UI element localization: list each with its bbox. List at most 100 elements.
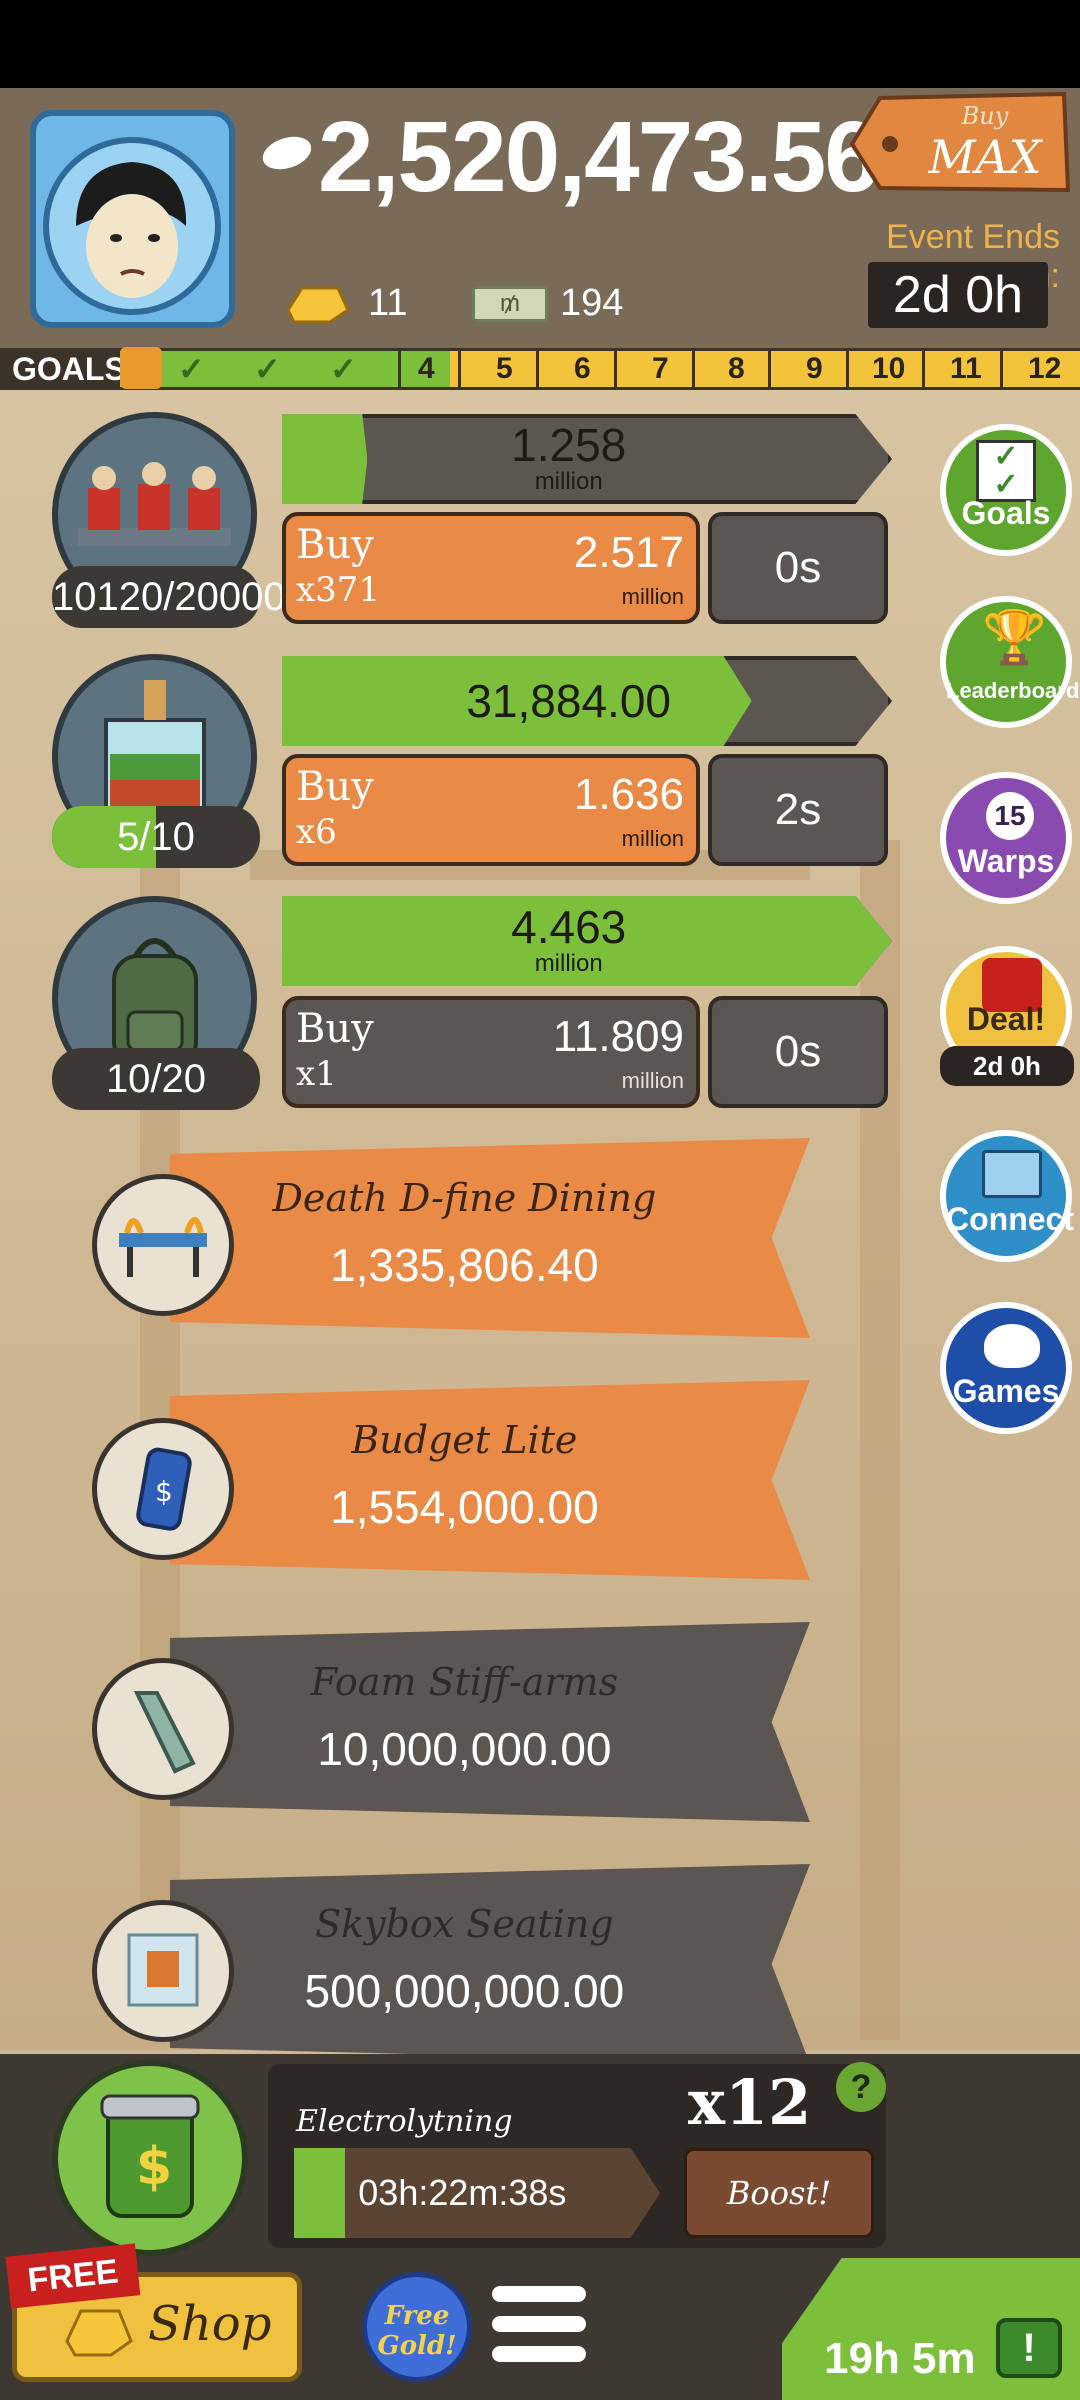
business-2-timer: 2s [708,754,888,866]
boost-button[interactable]: Boost! [684,2148,874,2238]
buy-label: Buy [296,1006,374,1052]
check-icon: ✓ [254,351,281,387]
buy-quantity: x371 [296,570,381,610]
menu-line [492,2286,586,2302]
business-3-revenue: 4.463 [511,901,627,953]
beer-can-icon: $ [92,1418,234,1560]
sidebar-leaderboard-button[interactable]: 🏆 Leaderboard [940,596,1079,728]
tv-icon[interactable]: ! [996,2318,1062,2378]
unlock-price: 1,554,000.00 [330,1481,599,1533]
goal-divider [846,351,849,387]
business-1-timer: 0s [708,512,888,624]
buy-label: Buy [296,522,374,568]
sidebar-games-button[interactable]: Games [940,1302,1072,1434]
gold-count: 11 [368,282,408,324]
business-2-owned-count: 5/10 [52,806,260,868]
buy-quantity: x1 [296,1054,337,1094]
business-3-revenue-unit: million [534,950,603,977]
tv-ad-timer: 19h 5m [824,2334,976,2383]
unlock-name: Budget Lite [351,1418,578,1462]
gold-bar-icon [286,286,350,324]
boost-multiplier: x12 [688,2066,812,2139]
goal-number: 12 [1028,352,1062,385]
goal-divider [768,351,771,387]
gold-bar-icon [65,2309,133,2357]
business-2-owned-label: 5/10 [117,815,195,859]
svg-text:$: $ [136,2137,172,2197]
sidebar-games-label: Games [952,1373,1060,1409]
unlock-skybox-seating[interactable]: Skybox Seating 500,000,000.00 [170,1864,810,2064]
sidebar-connect-button[interactable]: Connect [940,1130,1074,1262]
cash-amount: 2,520,473.56 [318,101,880,213]
business-1-progress[interactable]: 1.258 million [282,414,892,504]
business-3-owned-label: 10/20 [105,1057,207,1101]
unlock-price: 1,335,806.40 [330,1239,599,1291]
business-3-owned-count: 10/20 [52,1048,260,1110]
goal-number: 11 [950,352,982,385]
flaming-table-icon [92,1174,234,1316]
foam-arm-icon [92,1658,234,1800]
event-countdown: 2d 0h [868,262,1048,328]
menu-line [492,2316,586,2332]
buy-max-top-label: Buy [961,102,1009,130]
boost-timer-bar: 03h:22m:38s [294,2148,660,2238]
boost-title: Electrolytning [296,2104,513,2139]
skybox-seat-icon [92,1900,234,2042]
goal-divider [922,351,925,387]
unlock-name: Skybox Seating [315,1902,614,1946]
svg-text:$: $ [155,1475,173,1508]
help-button[interactable]: ? [836,2062,886,2112]
goals-label: GOALS [0,351,126,387]
unlock-foam-stiff-arms[interactable]: Foam Stiff-arms 10,000,000.00 [170,1622,810,1822]
buy-label: Buy [296,764,374,810]
business-1-revenue-unit: million [534,468,603,495]
cooler-boost-icon[interactable]: $ [52,2060,248,2256]
unlock-name: Foam Stiff-arms [310,1660,619,1704]
unlock-price: 10,000,000.00 [317,1723,612,1775]
buy-cost: 2.517 [573,528,684,577]
checklist-icon: ✓ ✓ [976,440,1036,502]
megabucks-count: 194 [560,282,624,324]
business-1-owned-count: 10120/20000 [52,566,286,628]
goal-divider [1000,351,1003,387]
unlock-death-d-fine-dining[interactable]: Death D-fine Dining 1,335,806.40 [170,1138,810,1338]
sidebar-warps-button[interactable]: 15 Warps [940,772,1072,904]
buy-max-bottom-label: MAX [928,130,1042,184]
goal-number: 8 [728,352,745,385]
goals-progress-bar[interactable]: GOALS ✓ ✓ ✓ 4 5 6 7 8 9 10 11 12 [0,347,1080,390]
shop-label: Shop [148,2296,272,2352]
goal-number: 5 [496,352,513,385]
business-1-revenue: 1.258 [511,419,627,471]
buy-max-button[interactable]: Buy MAX [849,91,1072,196]
business-2-buy-button[interactable]: Buy x6 1.636 million [282,754,700,866]
sidebar-deal-label: Deal! [966,1001,1046,1037]
business-1-buy-button[interactable]: Buy x371 2.517 million [282,512,700,624]
buy-cost-unit: million [621,826,684,851]
buy-cost: 11.809 [552,1012,684,1061]
goal-number: 7 [652,352,669,385]
sidebar-goals-button[interactable]: ✓ ✓ Goals [940,424,1072,556]
rabbit-logo-icon [984,1324,1040,1368]
goal-number: 9 [806,352,823,385]
menu-icon[interactable] [492,2286,586,2370]
player-avatar[interactable] [30,110,235,328]
trophy-icon: 🏆 [982,609,1047,667]
megabucks-icon: ₥ [472,286,548,322]
business-2-progress[interactable]: 31,884.00 [282,656,892,746]
unlock-price: 500,000,000.00 [304,1965,625,2017]
goal-divider [458,351,461,387]
business-3-progress[interactable]: 4.463 million [282,896,892,986]
free-gold-line-2: Gold! [377,2331,457,2361]
sidebar-connect-label: Connect [946,1201,1074,1237]
unlock-budget-lite[interactable]: Budget Lite 1,554,000.00 [170,1380,810,1580]
free-gold-line-1: Free [384,2301,450,2331]
buy-cost-unit: million [621,584,684,609]
goal-divider [536,351,539,387]
check-icon: ✓ [330,351,357,387]
goal-number: 6 [574,352,591,385]
sidebar-deal-timer: 2d 0h [940,1046,1074,1086]
goal-divider [692,351,695,387]
business-3-buy-button[interactable]: Buy x1 11.809 million [282,996,700,1108]
free-gold-button[interactable]: Free Gold! [362,2272,472,2382]
avatar-portrait-icon [43,137,221,315]
